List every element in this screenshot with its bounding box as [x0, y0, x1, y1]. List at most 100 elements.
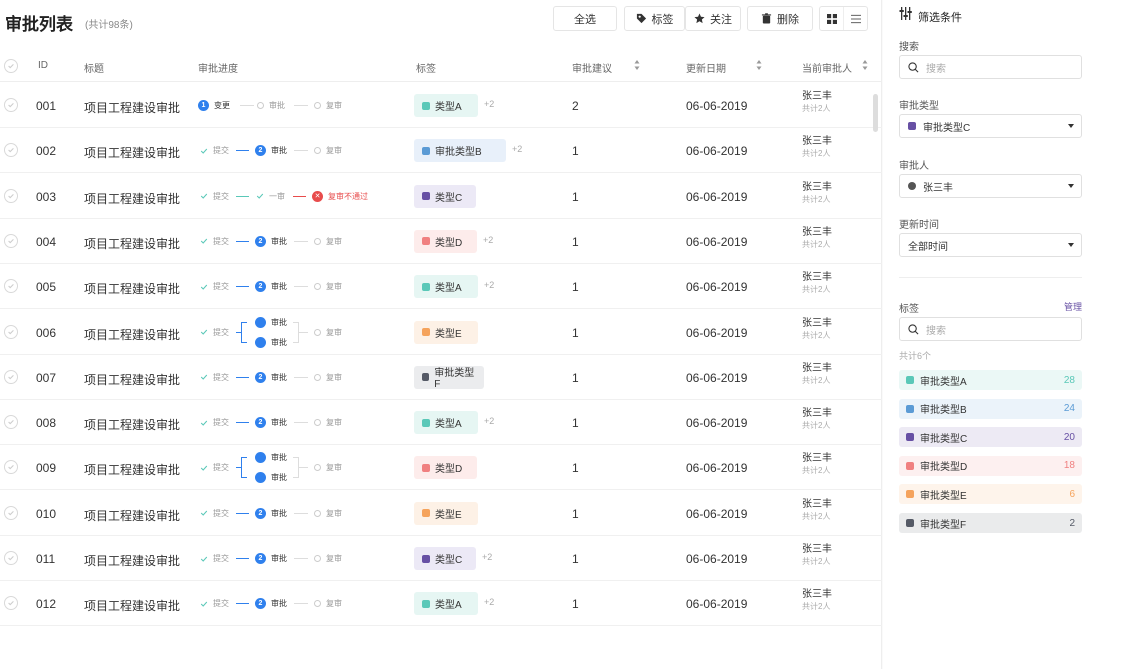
row-tag[interactable]: 类型A	[414, 592, 478, 616]
progress-connector	[294, 512, 308, 514]
row-checkbox[interactable]	[4, 324, 18, 339]
filter-tag-item[interactable]: 审批类型E 6	[899, 484, 1082, 505]
row-checkbox[interactable]	[4, 415, 18, 430]
row-tag[interactable]: 类型A	[414, 94, 478, 117]
table-row[interactable]: 004 项目工程建设审批 提交 2 审批 复审 类型D +2 1 06-06-2019 张三丰 共计2…	[0, 219, 882, 264]
progress-step: 审批	[257, 100, 285, 111]
check-icon	[200, 556, 208, 562]
row-checkbox[interactable]	[4, 143, 18, 158]
table-row[interactable]: 010 项目工程建设审批 提交 2 审批 复审 类型E 1 06-06-2019 张三丰 共计2人	[0, 491, 882, 536]
step-number: 2	[255, 598, 266, 610]
more-tags-count[interactable]: +2	[484, 280, 494, 290]
sort-icon[interactable]	[862, 59, 868, 71]
tag-search-input[interactable]: 搜索	[899, 317, 1082, 341]
approver-select[interactable]: 张三丰	[899, 174, 1082, 198]
row-checkbox[interactable]	[4, 505, 18, 520]
row-checkbox[interactable]	[4, 98, 18, 112]
row-checkbox[interactable]	[4, 460, 18, 475]
more-tags-count[interactable]: +2	[512, 144, 522, 154]
search-input[interactable]: 搜索	[899, 55, 1082, 79]
grid-view-button[interactable]	[820, 7, 843, 30]
row-tag[interactable]: 类型C	[414, 547, 476, 570]
more-tags-count[interactable]: +2	[483, 235, 493, 245]
row-checkbox[interactable]	[4, 233, 18, 248]
approver-name: 张三丰	[802, 181, 832, 193]
row-title[interactable]: 项目工程建设审批	[84, 552, 180, 569]
filter-tag-item[interactable]: 审批类型B 24	[899, 398, 1082, 419]
table-row[interactable]: 006 项目工程建设审批 提交 审批 审批 复审 类型E 1 06-06-2019 张三丰 共计2人	[0, 310, 882, 355]
check-icon	[200, 148, 208, 154]
row-checkbox[interactable]	[4, 551, 18, 565]
progress-step: 审批	[255, 336, 287, 348]
row-title[interactable]: 项目工程建设审批	[84, 597, 180, 614]
table-row[interactable]: 009 项目工程建设审批 提交 审批 审批 复审 类型D 1 06-06-2019 张三丰 共计2人	[0, 445, 882, 491]
row-tag[interactable]: 类型D	[414, 456, 477, 480]
row-tag[interactable]: 类型C	[414, 184, 476, 208]
manage-tags-link[interactable]: 管理	[1064, 300, 1082, 313]
row-tag[interactable]: 类型E	[414, 501, 478, 525]
row-date: 06-06-2019	[686, 370, 748, 385]
col-date[interactable]: 更新日期	[686, 60, 726, 75]
tag-label: 标签	[651, 13, 674, 26]
row-tag[interactable]: 审批类型F	[414, 365, 484, 390]
col-suggestion[interactable]: 审批建议	[572, 60, 612, 75]
row-checkbox[interactable]	[4, 188, 18, 203]
more-tags-count[interactable]: +2	[484, 597, 494, 607]
row-checkbox[interactable]	[4, 369, 18, 384]
more-tags-count[interactable]: +2	[482, 552, 492, 562]
row-title[interactable]: 项目工程建设审批	[84, 280, 180, 297]
row-date: 06-06-2019	[686, 461, 748, 476]
pending-dot-icon	[314, 102, 321, 109]
row-title[interactable]: 项目工程建设审批	[84, 371, 180, 388]
col-title: 标题	[84, 64, 104, 75]
filter-tag-item[interactable]: 审批类型D 18	[899, 455, 1082, 476]
row-title[interactable]: 项目工程建设审批	[84, 99, 180, 116]
select-all-checkbox[interactable]	[4, 59, 18, 73]
type-select[interactable]: 审批类型C	[899, 114, 1082, 138]
approval-progress: 提交 2 审批 复审	[198, 400, 398, 445]
scrollbar-thumb[interactable]	[873, 94, 878, 132]
approver-name: 张三丰	[802, 453, 832, 465]
sort-icon[interactable]	[756, 59, 762, 71]
table-row[interactable]: 012 项目工程建设审批 提交 2 审批 复审 类型A +2 1 06-06-2019 张三丰 共计2…	[0, 581, 882, 627]
row-checkbox[interactable]	[4, 596, 18, 611]
filter-tag-item[interactable]: 审批类型F 2	[899, 513, 1082, 533]
follow-button[interactable]: 关注	[685, 6, 741, 31]
table-row[interactable]: 002 项目工程建设审批 提交 2 审批 复审 审批类型B +2 1 06-06-2019 张三丰共…	[0, 128, 882, 174]
filter-tag-item[interactable]: 审批类型A 28	[899, 370, 1082, 390]
row-title[interactable]: 项目工程建设审批	[84, 144, 180, 161]
col-approver[interactable]: 当前审批人	[802, 60, 852, 75]
row-title[interactable]: 项目工程建设审批	[84, 326, 180, 343]
row-tag[interactable]: 审批类型B	[414, 139, 506, 163]
table-row[interactable]: 011 项目工程建设审批 提交 2 审批 复审 类型C +2 1 06-06-2019 张三丰 共计2…	[0, 536, 882, 581]
row-checkbox[interactable]	[4, 279, 18, 294]
more-tags-count[interactable]: +2	[484, 99, 494, 109]
row-title[interactable]: 项目工程建设审批	[84, 235, 180, 252]
row-title[interactable]: 项目工程建设审批	[84, 190, 180, 207]
select-all-button[interactable]: 全选	[553, 6, 617, 31]
filter-tag-item[interactable]: 审批类型C 20	[899, 427, 1082, 448]
sort-icon[interactable]	[634, 59, 640, 71]
tag-button[interactable]: 标签	[624, 6, 685, 31]
row-tag[interactable]: 类型E	[414, 320, 478, 344]
row-title[interactable]: 项目工程建设审批	[84, 461, 180, 478]
table-row[interactable]: 008 项目工程建设审批 提交 2 审批 复审 类型A +2 1 06-06-2019 张三丰 共计2…	[0, 400, 882, 446]
table-row[interactable]: 001 项目工程建设审批 1 变更 审批 复审 类型A +2 2 06-06-2019 张三丰 共计2…	[0, 83, 882, 128]
more-tags-count[interactable]: +2	[484, 416, 494, 426]
list-view-button[interactable]	[843, 7, 867, 30]
check-icon	[200, 420, 208, 426]
time-select[interactable]: 全部时间	[899, 233, 1082, 257]
delete-button[interactable]: 删除	[747, 6, 813, 31]
row-tag[interactable]: 类型A	[414, 275, 478, 299]
table-row[interactable]: 007 项目工程建设审批 提交 2 审批 复审 审批类型F 1 06-06-2019 张三丰 共计2…	[0, 355, 882, 400]
tag-color-swatch	[906, 461, 914, 470]
table-row[interactable]: 005 项目工程建设审批 提交 2 审批 复审 类型A +2 1 06-06-2019 张三丰 共计2…	[0, 264, 882, 310]
row-title[interactable]: 项目工程建设审批	[84, 507, 180, 524]
progress-step: 一审	[256, 191, 285, 202]
table-row[interactable]: 003 项目工程建设审批 提交 一审 ✕ 复审不通过 类型C 1 06-06-2019 张三丰 共计…	[0, 174, 882, 219]
row-tag[interactable]: 类型D	[414, 229, 477, 253]
progress-step: 复审	[314, 100, 342, 111]
row-tag[interactable]: 类型A	[414, 411, 478, 435]
row-date: 06-06-2019	[686, 552, 748, 566]
row-title[interactable]: 项目工程建设审批	[84, 416, 180, 433]
